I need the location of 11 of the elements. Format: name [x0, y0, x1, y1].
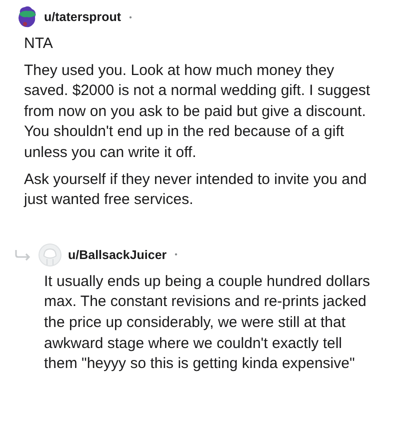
comment-paragraph: Ask yourself if they never intended to invite you and just wanted free services. [24, 170, 368, 210]
avatar-icon [38, 242, 62, 267]
comment-paragraph: They used you. Look at how much money they saved. $2000 is not a normal wedding gift. I suggest from now on you ask to be paid but give a discount. You shouldn't end up in the red because of a gift unless you can write it off. [24, 60, 372, 163]
username[interactable]: u/BallsackJuicer [68, 248, 167, 262]
reply-arrow-icon [14, 248, 32, 261]
separator-dot: • [174, 250, 178, 260]
comment-paragraph: It usually ends up being a couple hundred dollars max. The constant revisions and re-prints jacked the price up considerably, we were still at that awkward stage where we couldn't exactly tell them "heyyy so this is getting kinda expensive" [44, 272, 372, 374]
avatar-icon [16, 5, 38, 29]
username[interactable]: u/tatersprout [44, 10, 122, 24]
separator-dot: • [129, 12, 132, 22]
comment-paragraph: NTA [24, 34, 54, 54]
